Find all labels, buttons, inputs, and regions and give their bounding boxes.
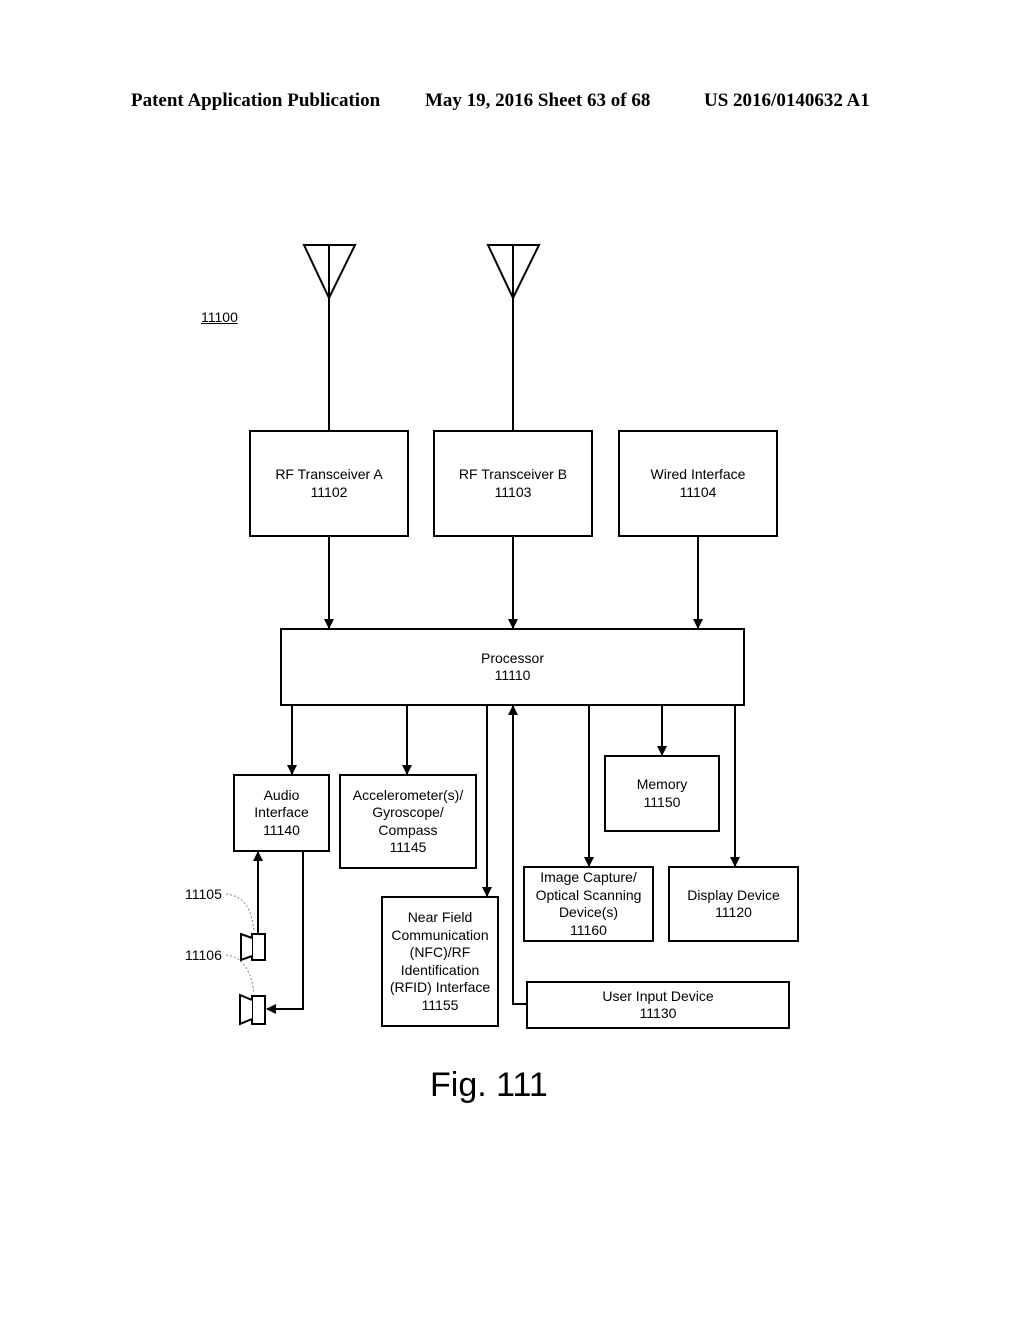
block-label-line: Communication <box>391 926 489 943</box>
block-label-line: Audio <box>263 786 300 803</box>
block-ref: 11150 <box>643 793 681 810</box>
microphone-reference: 11105 <box>185 886 222 902</box>
user-input-device-block: User Input Device 11130 <box>526 981 790 1029</box>
block-ref: 11160 <box>570 921 607 938</box>
block-label: User Input Device <box>602 987 714 1004</box>
block-ref: 11110 <box>494 667 531 683</box>
block-label: RF Transceiver A <box>275 466 383 482</box>
antenna-b-icon <box>486 244 541 430</box>
block-label-line: Accelerometer(s)/ <box>352 786 464 803</box>
image-capture-block: Image Capture/Optical Scanning Device(s) 1… <box>523 866 654 942</box>
block-label-line: Identification <box>400 961 480 978</box>
nfc-rfid-block: Near Field Communication (NFC)/RF Identific… <box>381 896 499 1027</box>
block-label-line: Near Field <box>407 909 473 925</box>
block-label: Display Device <box>687 886 780 903</box>
block-label: RF Transceiver B <box>458 466 568 482</box>
block-label-line: Image Capture/ <box>540 869 637 885</box>
audio-interface-block: Audio Interface 11140 <box>233 774 330 852</box>
rf-transceiver-b-block: RF Transceiver B 11103 <box>433 430 593 537</box>
block-ref: 11140 <box>263 821 300 838</box>
block-label-line: Device(s) <box>558 904 619 920</box>
microphone-icon <box>240 932 266 962</box>
block-label-line: (NFC)/RF <box>409 944 471 960</box>
block-label-line: Gyroscope/ <box>372 804 444 820</box>
processor-block: Processor 11110 <box>280 628 745 706</box>
leader-line-11105 <box>225 893 255 933</box>
speaker-reference: 11106 <box>185 947 222 963</box>
block-ref: 11103 <box>494 483 532 500</box>
block-ref: 11104 <box>679 483 717 500</box>
block-label-line: Compass <box>378 821 438 838</box>
block-ref: 11130 <box>639 1005 677 1021</box>
block-ref: 11120 <box>715 904 752 920</box>
speaker-icon <box>239 993 266 1026</box>
figure-label: Fig. 111 <box>430 1066 548 1104</box>
block-label: Processor <box>480 649 545 666</box>
block-ref: 11102 <box>310 483 348 500</box>
rf-transceiver-a-block: RF Transceiver A 11102 <box>249 430 409 537</box>
block-ref: 11145 <box>389 839 427 855</box>
arrow-audio-speaker <box>266 852 304 1014</box>
block-label: Wired Interface <box>650 466 746 482</box>
display-device-block: Display Device 11120 <box>668 866 799 942</box>
arrow-user-input-processor <box>508 705 526 1005</box>
block-label: Memory <box>636 776 688 792</box>
antenna-a-icon <box>302 244 357 430</box>
block-label-line: Interface <box>254 804 309 821</box>
memory-block: Memory 11150 <box>604 755 720 832</box>
block-ref: 11155 <box>421 996 459 1013</box>
wired-interface-block: Wired Interface 11104 <box>618 430 778 537</box>
accelerometer-block: Accelerometer(s)/Gyroscope/Compass 11145 <box>339 774 477 869</box>
block-label-line: Optical Scanning <box>535 886 642 903</box>
block-label-line: (RFID) Interface <box>389 979 491 995</box>
